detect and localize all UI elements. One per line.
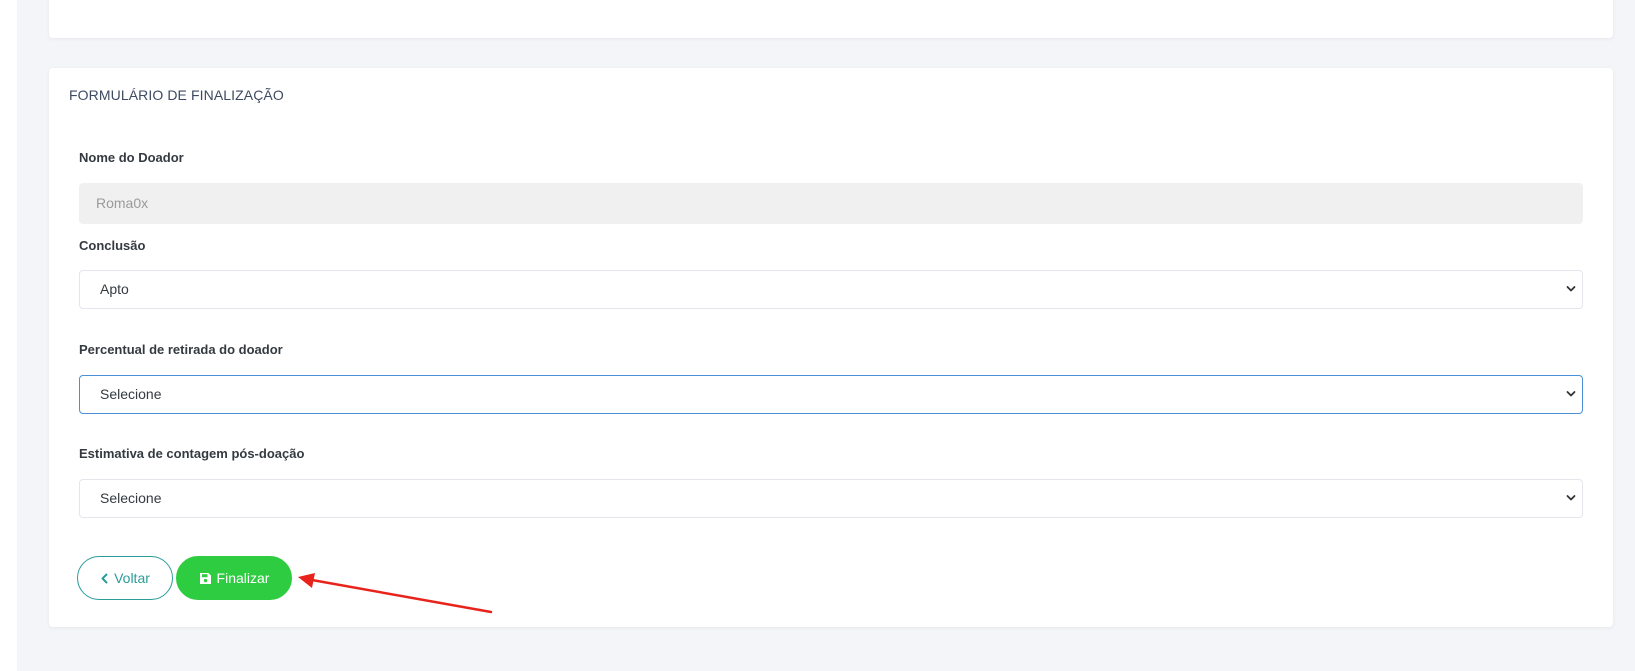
conclusion-label: Conclusão: [79, 238, 146, 253]
donor-name-label: Nome do Doador: [79, 150, 184, 165]
withdrawal-percentage-label: Percentual de retirada do doador: [79, 342, 283, 357]
finalization-form-card: FORMULÁRIO DE FINALIZAÇÃO Nome do Doador…: [49, 68, 1613, 627]
back-button-label: Voltar: [114, 570, 150, 586]
chevron-down-icon: [1566, 494, 1576, 500]
post-donation-estimate-label: Estimativa de contagem pós-doação: [79, 446, 305, 461]
conclusion-selected-value: Apto: [100, 281, 129, 297]
finish-button[interactable]: Finalizar: [176, 556, 292, 600]
chevron-down-icon: [1566, 285, 1576, 291]
withdrawal-percentage-selected-value: Selecione: [100, 386, 162, 402]
top-card: [49, 0, 1613, 38]
donor-name-input: Roma0x: [79, 183, 1583, 224]
chevron-left-icon: [100, 573, 109, 584]
post-donation-estimate-select[interactable]: Selecione: [79, 479, 1583, 518]
withdrawal-percentage-select[interactable]: Selecione: [79, 375, 1583, 414]
finish-button-label: Finalizar: [216, 570, 270, 586]
back-button[interactable]: Voltar: [77, 556, 173, 600]
conclusion-select[interactable]: Apto: [79, 270, 1583, 309]
save-icon: [199, 572, 212, 585]
post-donation-estimate-selected-value: Selecione: [100, 490, 162, 506]
chevron-down-icon: [1566, 390, 1576, 396]
left-sidebar-edge: [0, 0, 17, 671]
form-title: FORMULÁRIO DE FINALIZAÇÃO: [69, 87, 284, 103]
